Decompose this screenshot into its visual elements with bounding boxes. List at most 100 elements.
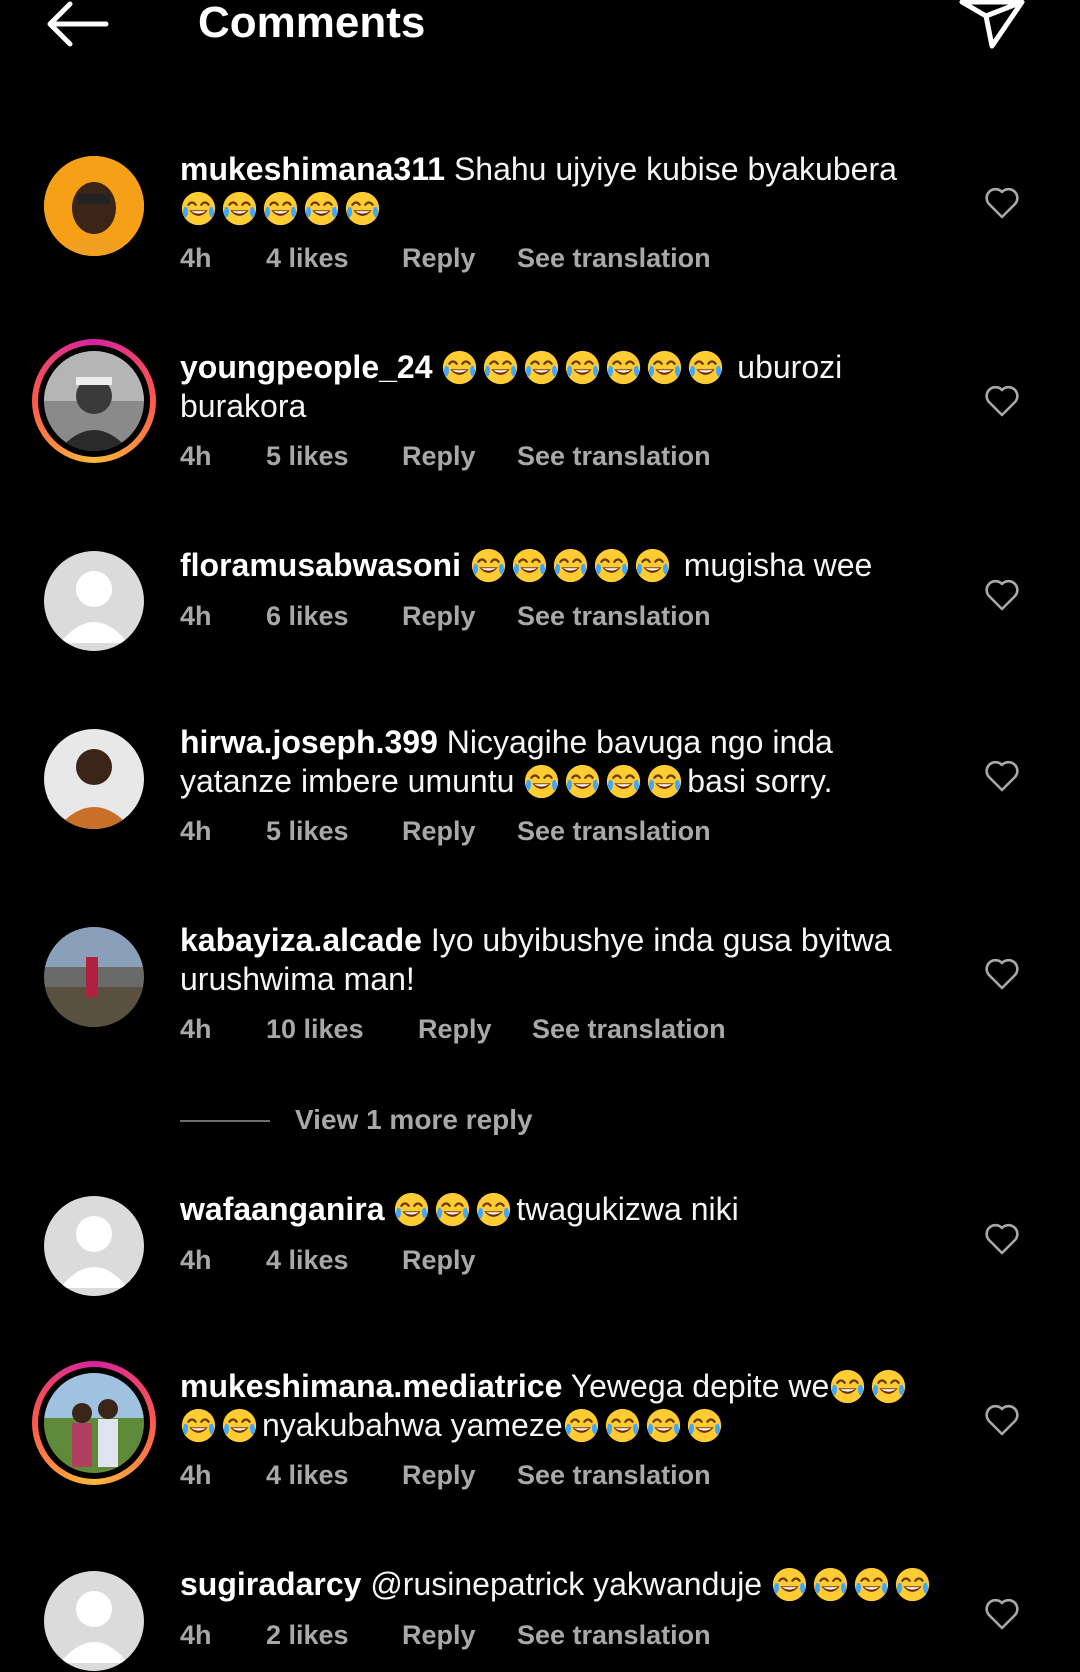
reply-button[interactable]: Reply bbox=[402, 1242, 476, 1278]
page-title: Comments bbox=[198, 0, 426, 47]
default-avatar-icon bbox=[44, 1196, 144, 1296]
tears-of-joy-icon bbox=[605, 763, 642, 800]
tears-of-joy-icon bbox=[564, 763, 601, 800]
tears-of-joy-icon bbox=[393, 1191, 430, 1228]
tears-of-joy-icon bbox=[604, 1407, 641, 1444]
tears-of-joy-icon bbox=[593, 547, 630, 584]
comment-username[interactable]: mukeshimana311 bbox=[180, 151, 445, 187]
story-ring bbox=[32, 1361, 156, 1485]
comment-username[interactable]: floramusabwasoni bbox=[180, 547, 461, 583]
tears-of-joy-icon bbox=[475, 1191, 512, 1228]
comments-header: Comments bbox=[0, 0, 1080, 60]
tears-of-joy-icon bbox=[605, 349, 642, 386]
tears-of-joy-icon bbox=[221, 190, 258, 227]
reply-button[interactable]: Reply bbox=[402, 240, 476, 276]
avatar[interactable] bbox=[44, 1196, 144, 1296]
default-avatar-icon bbox=[44, 551, 144, 651]
tears-of-joy-icon bbox=[262, 190, 299, 227]
story-ring bbox=[32, 339, 156, 463]
heart-icon[interactable] bbox=[984, 186, 1020, 220]
comment-text: twagukizwa niki bbox=[516, 1191, 739, 1227]
comment-text: nyakubahwa yameze bbox=[262, 1407, 563, 1443]
heart-icon[interactable] bbox=[984, 1403, 1020, 1437]
tears-of-joy-icon bbox=[552, 547, 589, 584]
comment-time: 4h bbox=[180, 1460, 212, 1490]
comment-time: 4h bbox=[180, 441, 212, 471]
heart-icon[interactable] bbox=[984, 1222, 1020, 1256]
comment-text: mugisha wee bbox=[674, 547, 873, 583]
arrow-left-icon bbox=[47, 1, 109, 47]
default-avatar-icon bbox=[44, 1571, 144, 1671]
tears-of-joy-icon bbox=[523, 763, 560, 800]
tears-of-joy-icon bbox=[686, 1407, 723, 1444]
avatar[interactable] bbox=[32, 1361, 156, 1485]
avatar[interactable] bbox=[44, 1571, 144, 1671]
comment-likes[interactable]: 4 likes bbox=[266, 1457, 349, 1493]
see-translation-button[interactable]: See translation bbox=[517, 240, 711, 276]
heart-icon[interactable] bbox=[984, 578, 1020, 612]
emoji-group bbox=[523, 763, 687, 799]
tears-of-joy-icon bbox=[646, 349, 683, 386]
comment-username[interactable]: hirwa.joseph.399 bbox=[180, 724, 438, 760]
reply-button[interactable]: Reply bbox=[402, 598, 476, 634]
tears-of-joy-icon bbox=[344, 190, 381, 227]
reply-button[interactable]: Reply bbox=[402, 1457, 476, 1493]
see-translation-button[interactable]: See translation bbox=[532, 1011, 726, 1047]
profile-photo bbox=[44, 1373, 144, 1473]
emoji-group bbox=[393, 1191, 516, 1227]
avatar[interactable] bbox=[44, 156, 144, 256]
reply-button[interactable]: Reply bbox=[402, 1617, 476, 1653]
comment-likes[interactable]: 5 likes bbox=[266, 813, 349, 849]
comment-username[interactable]: wafaanganira bbox=[180, 1191, 385, 1227]
see-translation-button[interactable]: See translation bbox=[517, 1457, 711, 1493]
tears-of-joy-icon bbox=[470, 547, 507, 584]
see-translation-button[interactable]: See translation bbox=[517, 1617, 711, 1653]
profile-photo bbox=[44, 729, 144, 829]
comment-text: @rusinepatrick yakwanduje bbox=[361, 1566, 771, 1602]
tears-of-joy-icon bbox=[482, 349, 519, 386]
tears-of-joy-icon bbox=[563, 1407, 600, 1444]
share-button[interactable] bbox=[958, 0, 1028, 54]
comment-likes[interactable]: 4 likes bbox=[266, 240, 349, 276]
tears-of-joy-icon bbox=[894, 1566, 931, 1603]
comment-time: 4h bbox=[180, 1620, 212, 1650]
reply-button[interactable]: Reply bbox=[418, 1011, 492, 1047]
see-translation-button[interactable]: See translation bbox=[517, 598, 711, 634]
tears-of-joy-icon bbox=[646, 763, 683, 800]
avatar[interactable] bbox=[44, 927, 144, 1027]
reply-button[interactable]: Reply bbox=[402, 813, 476, 849]
comment-username[interactable]: youngpeople_24 bbox=[180, 349, 433, 385]
emoji-group bbox=[441, 349, 728, 385]
see-translation-button[interactable]: See translation bbox=[517, 813, 711, 849]
tears-of-joy-icon bbox=[180, 1407, 217, 1444]
comment-likes[interactable]: 4 likes bbox=[266, 1242, 349, 1278]
comment-text: Shahu ujyiye kubise byakubera bbox=[445, 151, 897, 187]
heart-icon[interactable] bbox=[984, 384, 1020, 418]
send-icon bbox=[959, 0, 1025, 49]
comment-username[interactable]: mukeshimana.mediatrice bbox=[180, 1368, 562, 1404]
tears-of-joy-icon bbox=[812, 1566, 849, 1603]
tears-of-joy-icon bbox=[634, 547, 671, 584]
comment-likes[interactable]: 6 likes bbox=[266, 598, 349, 634]
heart-icon[interactable] bbox=[984, 1597, 1020, 1631]
comment-time: 4h bbox=[180, 1014, 212, 1044]
avatar[interactable] bbox=[44, 729, 144, 829]
reply-button[interactable]: Reply bbox=[402, 438, 476, 474]
comment-likes[interactable]: 10 likes bbox=[266, 1011, 364, 1047]
comment-username[interactable]: kabayiza.alcade bbox=[180, 922, 422, 958]
comment-time: 4h bbox=[180, 243, 212, 273]
comment-text: Yewega depite we bbox=[562, 1368, 830, 1404]
tears-of-joy-icon bbox=[221, 1407, 258, 1444]
tears-of-joy-icon bbox=[771, 1566, 808, 1603]
tears-of-joy-icon bbox=[829, 1368, 866, 1405]
see-translation-button[interactable]: See translation bbox=[517, 438, 711, 474]
back-button[interactable] bbox=[42, 0, 112, 50]
comment-likes[interactable]: 5 likes bbox=[266, 438, 349, 474]
comment-username[interactable]: sugiradarcy bbox=[180, 1566, 361, 1602]
avatar[interactable] bbox=[44, 551, 144, 651]
comment-likes[interactable]: 2 likes bbox=[266, 1617, 349, 1653]
heart-icon[interactable] bbox=[984, 957, 1020, 991]
tears-of-joy-icon bbox=[564, 349, 601, 386]
avatar[interactable] bbox=[32, 339, 156, 463]
heart-icon[interactable] bbox=[984, 759, 1020, 793]
